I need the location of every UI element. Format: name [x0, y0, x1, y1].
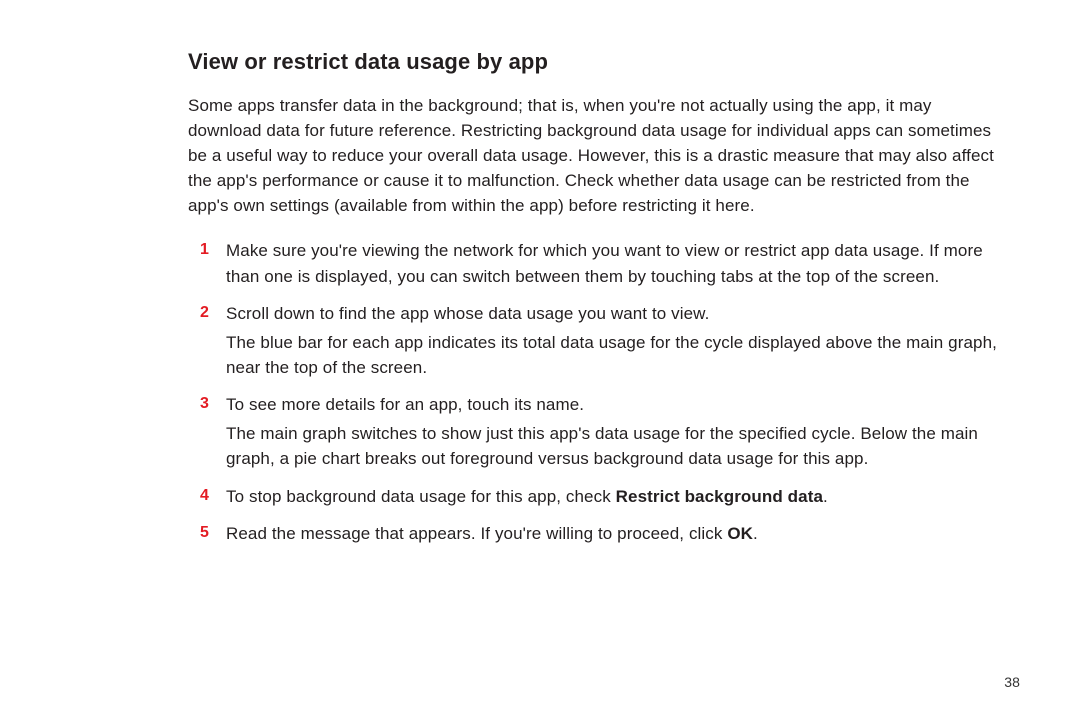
- text-run: .: [823, 487, 828, 506]
- step-text: Scroll down to find the app whose data u…: [226, 301, 1002, 326]
- steps-list: 1 Make sure you're viewing the network f…: [188, 238, 1002, 546]
- step-text: To see more details for an app, touch it…: [226, 392, 1002, 417]
- intro-paragraph: Some apps transfer data in the backgroun…: [188, 93, 1002, 219]
- text-run: To stop background data usage for this a…: [226, 487, 616, 506]
- step-4: 4 To stop background data usage for this…: [204, 484, 1002, 509]
- step-number: 3: [200, 392, 209, 416]
- page-number: 38: [1004, 674, 1020, 690]
- bold-label: OK: [727, 524, 753, 543]
- step-text: Read the message that appears. If you're…: [226, 521, 1002, 546]
- step-number: 4: [200, 484, 209, 508]
- step-number: 2: [200, 301, 209, 325]
- step-text: The main graph switches to show just thi…: [226, 421, 1002, 471]
- step-text: To stop background data usage for this a…: [226, 484, 1002, 509]
- document-page: View or restrict data usage by app Some …: [0, 0, 1080, 720]
- step-3: 3 To see more details for an app, touch …: [204, 392, 1002, 471]
- step-number: 5: [200, 521, 209, 545]
- step-text: Make sure you're viewing the network for…: [226, 238, 1002, 288]
- step-number: 1: [200, 238, 209, 262]
- step-text: The blue bar for each app indicates its …: [226, 330, 1002, 380]
- text-run: Read the message that appears. If you're…: [226, 524, 727, 543]
- bold-label: Restrict background data: [616, 487, 823, 506]
- step-1: 1 Make sure you're viewing the network f…: [204, 238, 1002, 288]
- step-5: 5 Read the message that appears. If you'…: [204, 521, 1002, 546]
- step-2: 2 Scroll down to find the app whose data…: [204, 301, 1002, 380]
- text-run: .: [753, 524, 758, 543]
- section-title: View or restrict data usage by app: [188, 48, 1002, 77]
